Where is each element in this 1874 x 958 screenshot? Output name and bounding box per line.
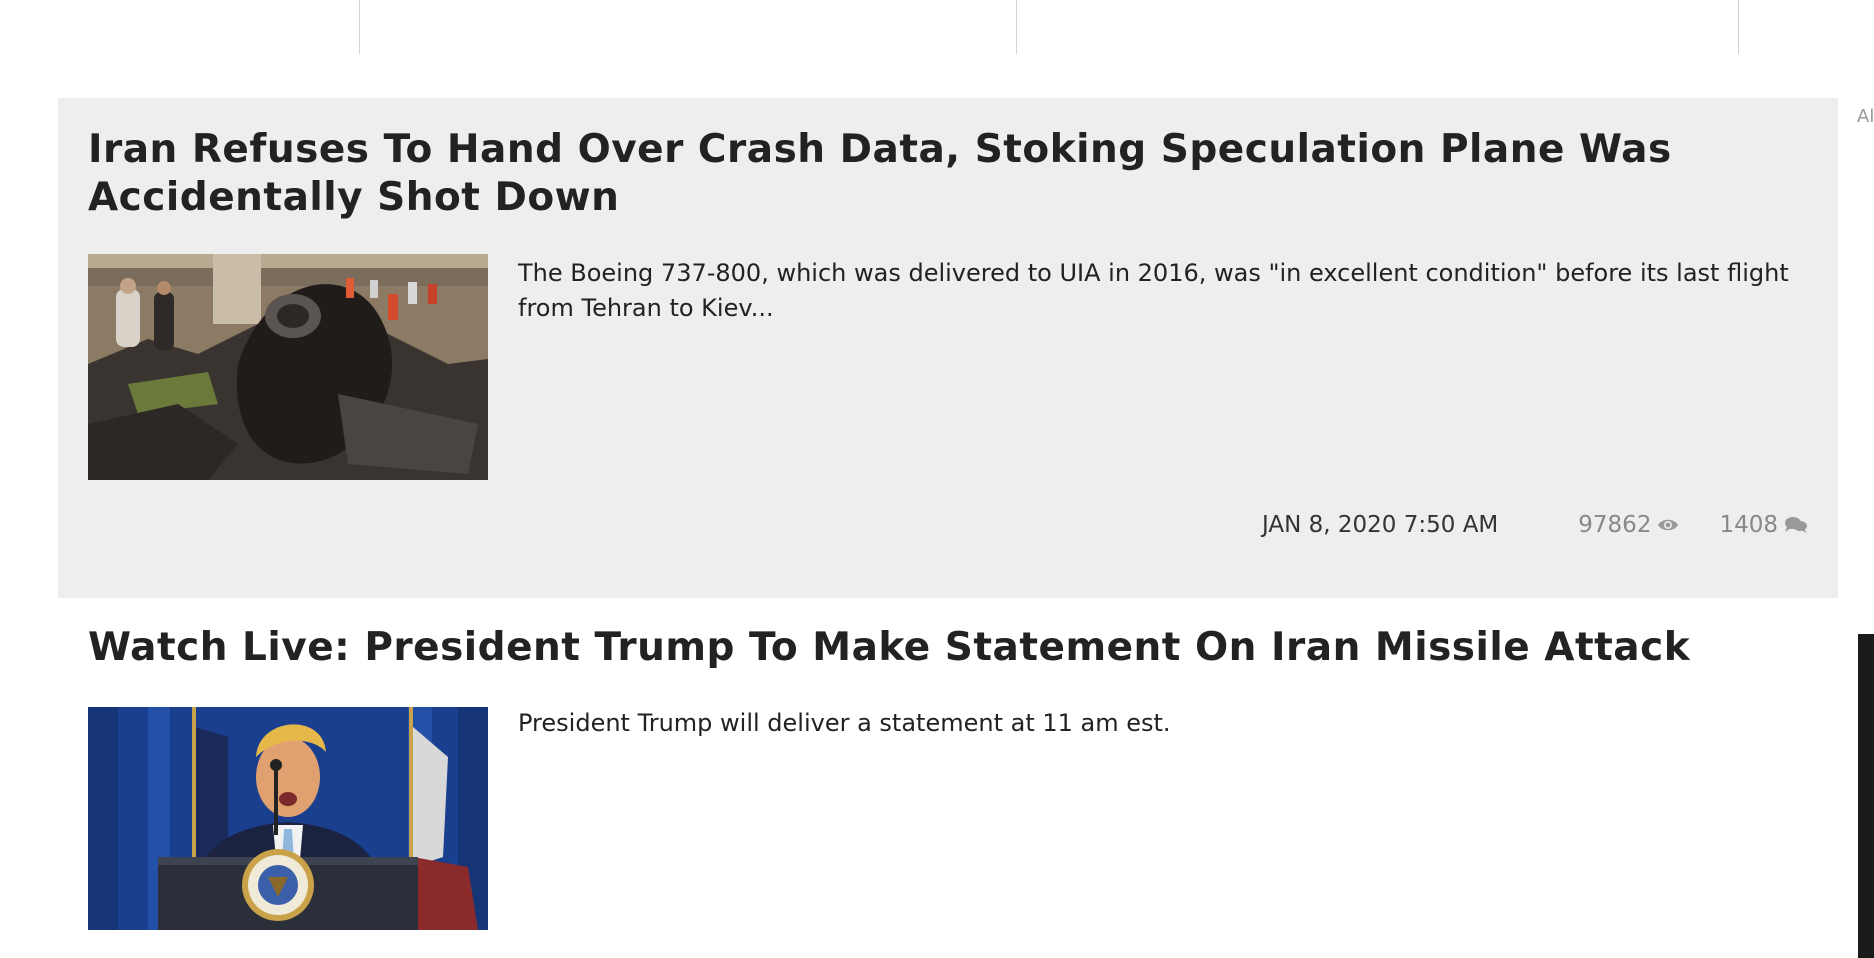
nav-divider [1016, 0, 1017, 54]
sidebar-dark-panel [1858, 634, 1874, 958]
view-count-value: 97862 [1578, 512, 1652, 538]
article-meta: JAN 8, 2020 7:50 AM 97862 1408 [1262, 512, 1808, 538]
eye-icon [1657, 517, 1679, 533]
top-nav [0, 0, 1874, 54]
article-date: JAN 8, 2020 7:50 AM [1262, 512, 1499, 538]
comment-count[interactable]: 1408 [1719, 512, 1808, 538]
article-headline[interactable]: Watch Live: President Trump To Make Stat… [88, 624, 1828, 672]
article-summary: President Trump will deliver a statement… [518, 709, 1171, 737]
president-at-podium-image [88, 707, 488, 930]
nav-divider [1738, 0, 1739, 54]
plane-crash-wreckage-image [88, 254, 488, 480]
comment-count-value: 1408 [1719, 512, 1778, 538]
article-summary: The Boeing 737-800, which was delivered … [518, 259, 1789, 322]
view-count: 97862 [1578, 512, 1679, 538]
news-feed-page: Al Iran Refuses To Hand Over Crash Data,… [0, 0, 1874, 958]
sidebar-ad-label: Al [1857, 106, 1874, 127]
article-card[interactable]: Watch Live: President Trump To Make Stat… [58, 598, 1838, 958]
featured-article-card[interactable]: Iran Refuses To Hand Over Crash Data, St… [58, 98, 1838, 598]
article-thumbnail[interactable] [88, 254, 488, 480]
article-thumbnail[interactable] [88, 707, 488, 930]
comments-icon [1784, 516, 1808, 534]
article-headline[interactable]: Iran Refuses To Hand Over Crash Data, St… [88, 126, 1828, 222]
nav-divider [359, 0, 360, 54]
